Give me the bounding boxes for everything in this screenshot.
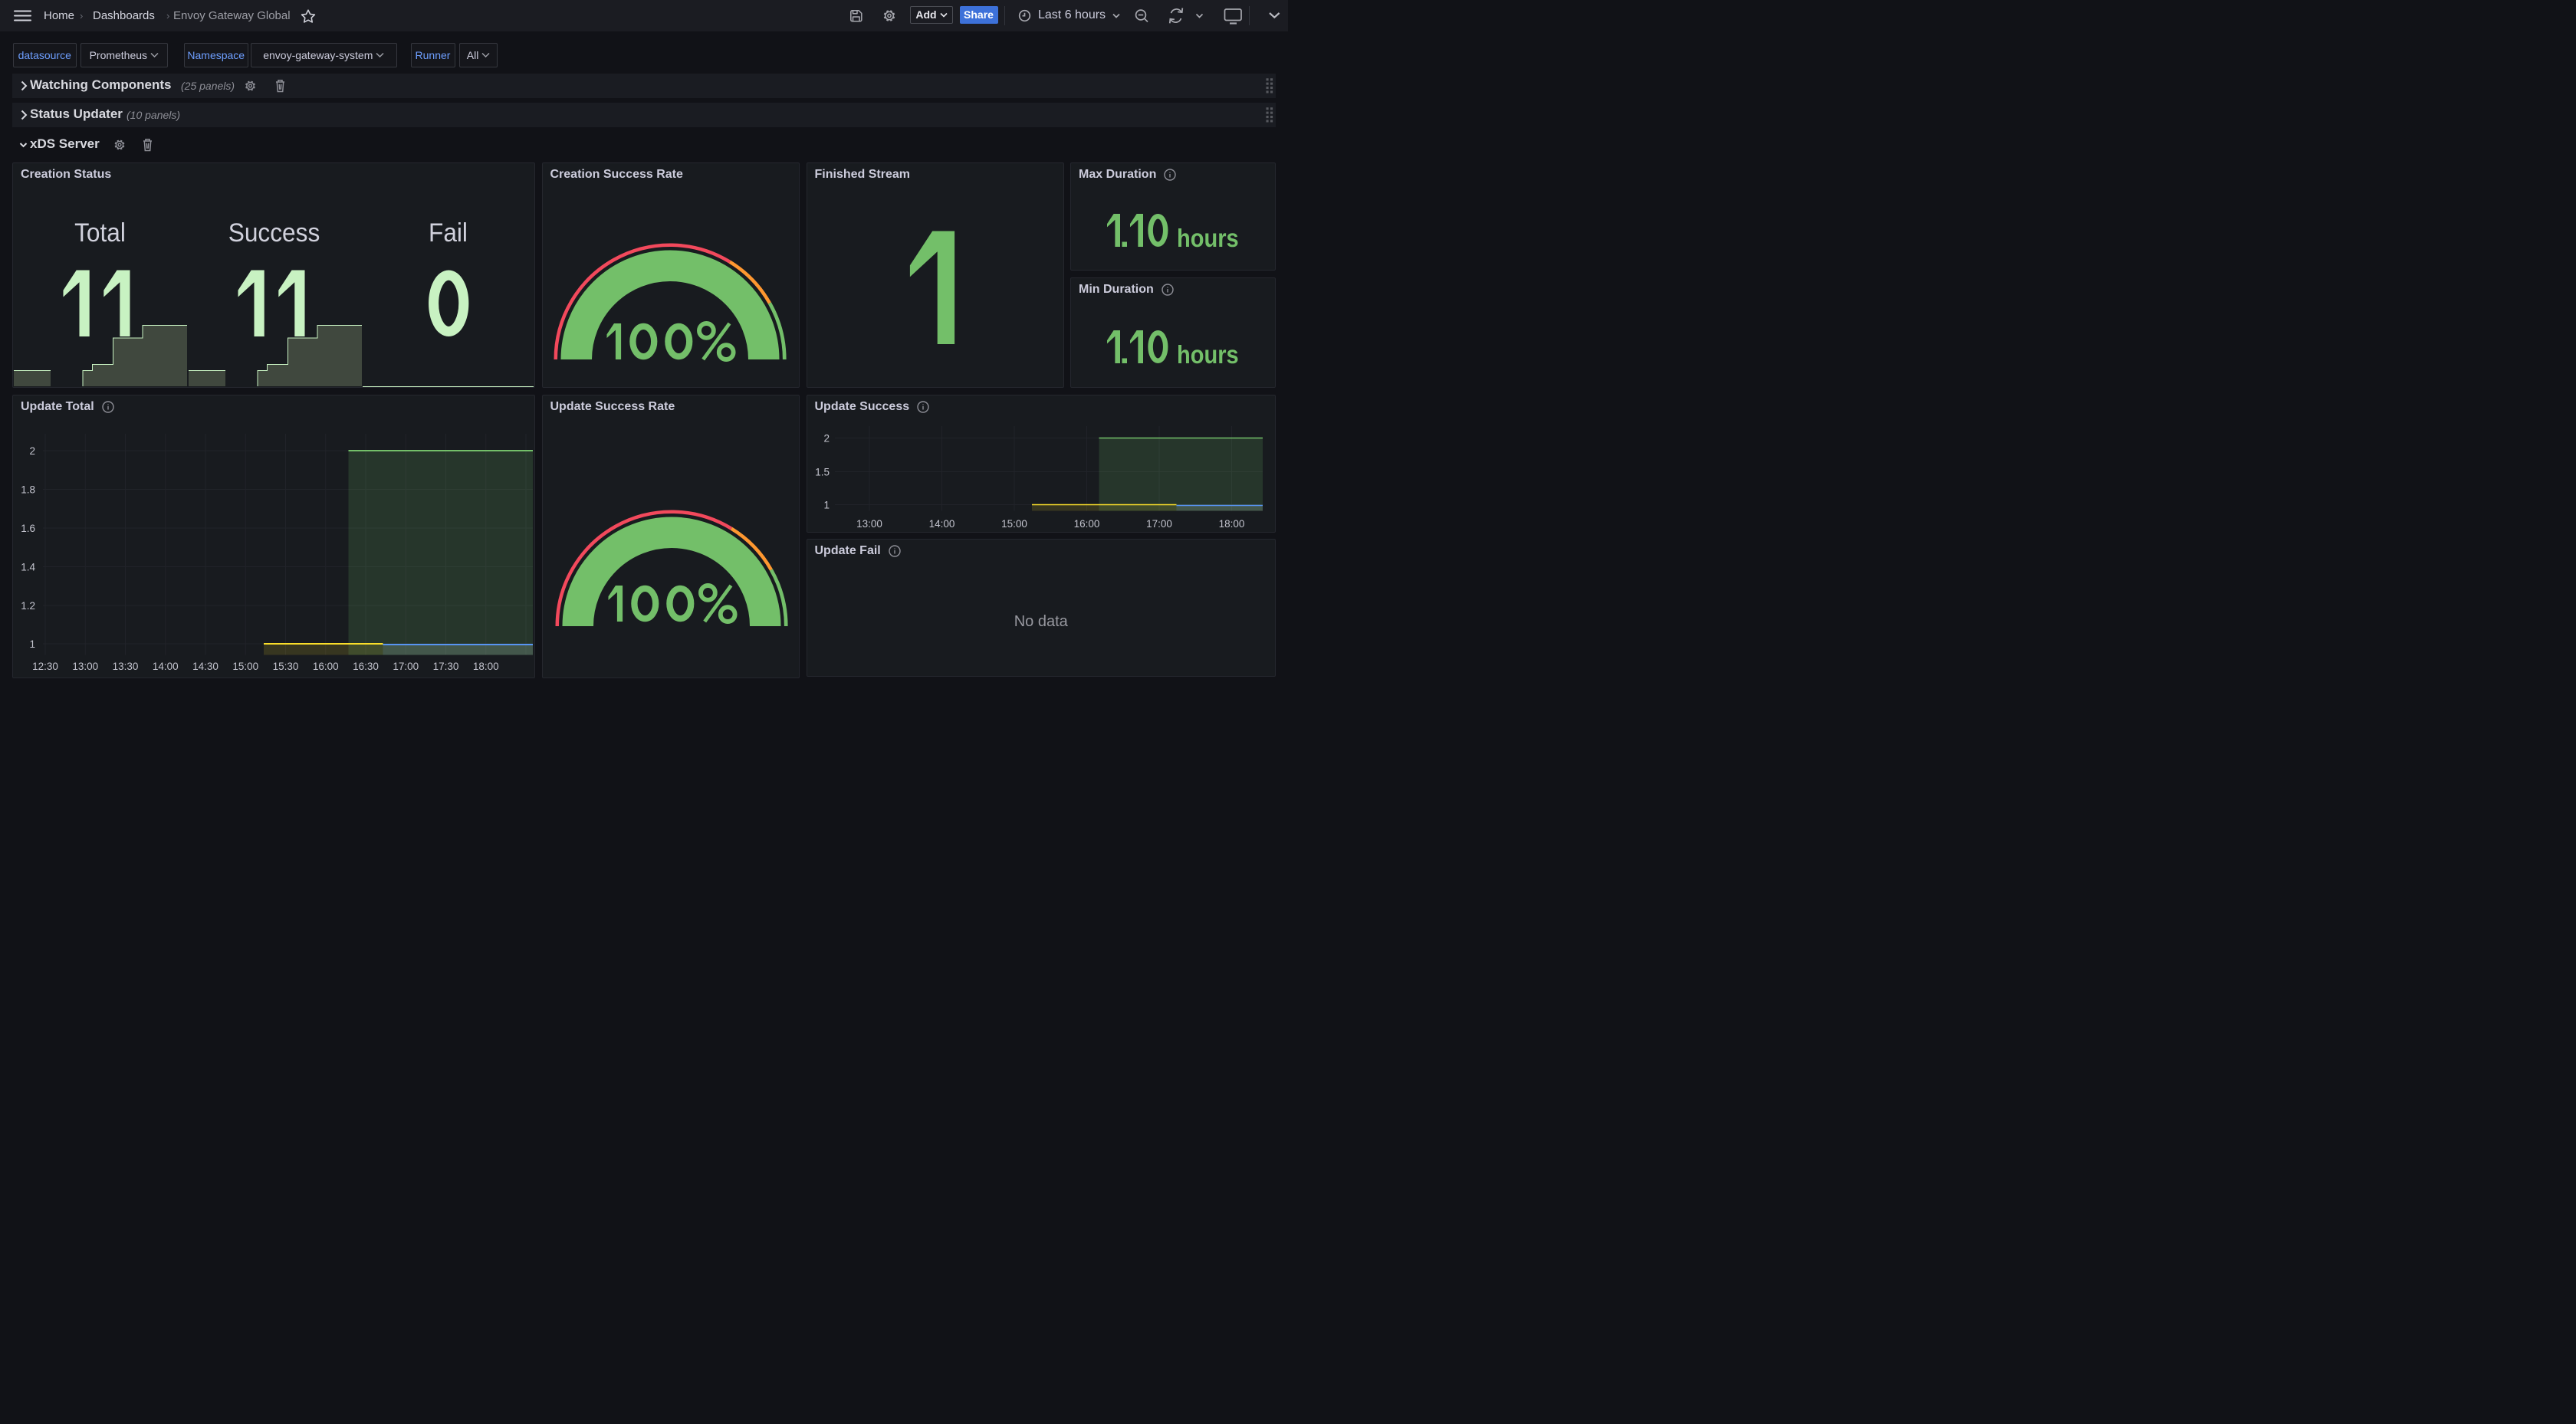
svg-text:1.8: 1.8 [21, 484, 35, 495]
svg-text:16:00: 16:00 [313, 661, 339, 672]
svg-text:15:00: 15:00 [1001, 518, 1027, 530]
svg-text:18:00: 18:00 [473, 661, 499, 672]
svg-text:16:30: 16:30 [353, 661, 379, 672]
svg-text:17:30: 17:30 [433, 661, 459, 672]
svg-text:1.5: 1.5 [815, 466, 830, 477]
svg-text:1.2: 1.2 [21, 600, 35, 612]
svg-text:1.6: 1.6 [21, 523, 35, 534]
svg-text:15:30: 15:30 [273, 661, 299, 672]
svg-text:13:30: 13:30 [113, 661, 139, 672]
svg-text:2: 2 [29, 445, 35, 457]
svg-text:14:00: 14:00 [153, 661, 179, 672]
svg-text:14:30: 14:30 [192, 661, 219, 672]
svg-text:14:00: 14:00 [928, 518, 955, 530]
svg-text:13:00: 13:00 [72, 661, 98, 672]
svg-text:16:00: 16:00 [1073, 518, 1099, 530]
svg-text:15:00: 15:00 [232, 661, 258, 672]
svg-text:1: 1 [29, 638, 35, 650]
svg-text:13:00: 13:00 [856, 518, 882, 530]
svg-text:17:00: 17:00 [1146, 518, 1172, 530]
svg-text:17:00: 17:00 [393, 661, 419, 672]
svg-text:18:00: 18:00 [1218, 518, 1244, 530]
svg-text:1.4: 1.4 [21, 561, 35, 573]
svg-text:1: 1 [823, 499, 830, 510]
svg-text:12:30: 12:30 [32, 661, 58, 672]
svg-text:2: 2 [823, 432, 830, 444]
